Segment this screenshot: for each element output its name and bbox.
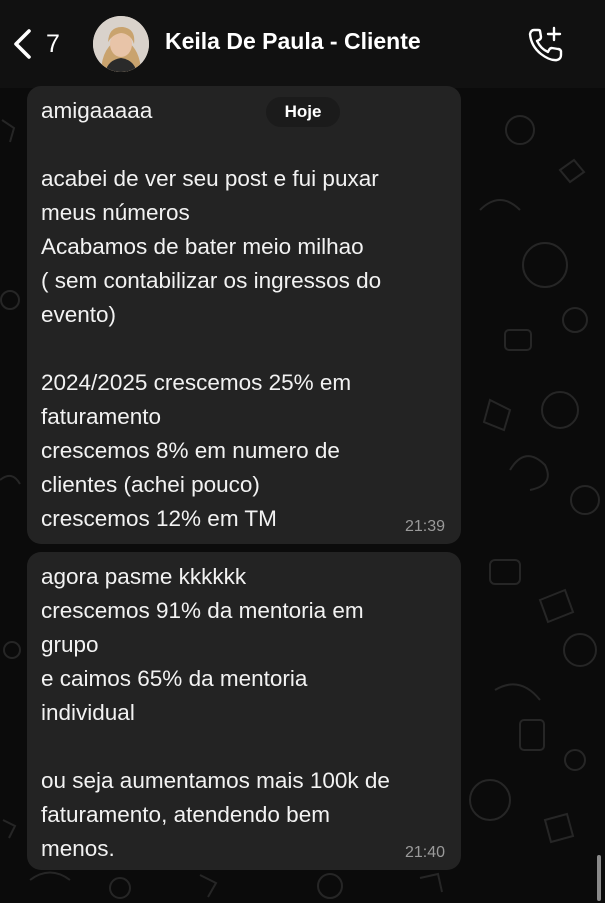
chevron-left-icon (10, 27, 34, 61)
message-line: amigaaaaa (41, 98, 153, 123)
message-line: faturamento (41, 404, 162, 429)
message-line: meus números (41, 200, 190, 225)
date-divider: Hoje (266, 97, 340, 127)
message-line: agora pasme kkkkkk (41, 564, 247, 589)
message-line: evento) (41, 302, 117, 327)
message-bubble[interactable]: agora pasme kkkkkk crescemos 91% da ment… (27, 552, 461, 870)
message-line: ou seja aumentamos mais 100k de (41, 768, 390, 793)
message-line: Acabamos de bater meio milhao (41, 234, 364, 259)
message-line: grupo (41, 632, 99, 657)
message-line: e caimos 65% da mentoria (41, 666, 308, 691)
message-line (41, 332, 449, 366)
message-line: individual (41, 700, 135, 725)
message-line: clientes (achei pouco) (41, 472, 260, 497)
phone-plus-icon (528, 26, 563, 62)
message-line: menos. (41, 836, 115, 861)
message-line (41, 128, 449, 162)
unread-count: 7 (46, 29, 60, 58)
message-bubble[interactable]: amigaaaaa acabei de ver seu post e fui p… (27, 86, 461, 544)
message-text: agora pasme kkkkkk crescemos 91% da ment… (41, 560, 449, 866)
avatar[interactable] (93, 16, 149, 72)
message-line: faturamento, atendendo bem (41, 802, 330, 827)
message-line (41, 730, 449, 764)
message-line: acabei de ver seu post e fui puxar (41, 166, 379, 191)
contact-name[interactable]: Keila De Paula - Cliente (165, 28, 421, 55)
call-button[interactable] (524, 22, 568, 66)
message-line: crescemos 91% da mentoria em (41, 598, 364, 623)
message-line: 2024/2025 crescemos 25% em (41, 370, 352, 395)
message-line: crescemos 12% em TM (41, 506, 277, 531)
message-line: ( sem contabilizar os ingressos do (41, 268, 382, 293)
message-timestamp: 21:40 (404, 844, 445, 861)
message-text: amigaaaaa acabei de ver seu post e fui p… (41, 94, 449, 536)
message-line: crescemos 8% em numero de (41, 438, 340, 463)
chat-header: 7 Keila De Paula - Cliente (0, 0, 605, 88)
message-timestamp: 21:39 (404, 518, 445, 535)
back-button[interactable]: 7 (10, 26, 60, 62)
scrollbar[interactable] (597, 855, 601, 901)
